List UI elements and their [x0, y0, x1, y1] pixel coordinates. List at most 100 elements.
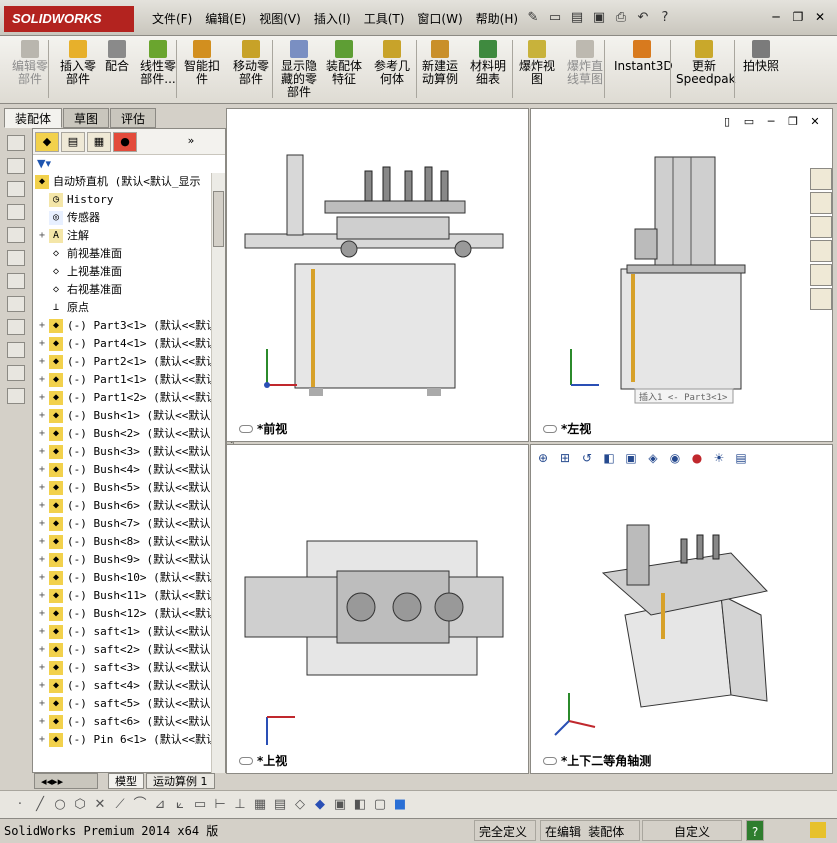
- tree-item[interactable]: ⊥ 原点: [33, 299, 225, 317]
- tree-item[interactable]: + ◆ (-) Bush<8> (默认<<默认: [33, 533, 225, 551]
- viewport-iso[interactable]: *上下二等角轴测: [530, 444, 833, 774]
- menu-window[interactable]: 窗口(W): [417, 10, 462, 27]
- expand-icon[interactable]: +: [37, 317, 47, 335]
- ribbon-button-speedpak[interactable]: 更新 Speedpak: [676, 40, 736, 86]
- tree-item[interactable]: ◇ 右视基准面: [33, 281, 225, 299]
- ribbon-button-motion-study[interactable]: 新建运 动算例: [418, 40, 462, 86]
- ribbon-button-move-component[interactable]: 移动零 部件: [228, 40, 274, 86]
- fillet-icon[interactable]: ⌒: [130, 795, 150, 815]
- dim-icon[interactable]: ⊢: [210, 795, 230, 815]
- expand-arrows-icon[interactable]: »: [179, 132, 203, 152]
- tile-vertical-icon[interactable]: ▭: [738, 115, 760, 129]
- restore-icon[interactable]: ❐: [787, 8, 809, 26]
- relation-icon[interactable]: ⊥: [230, 795, 250, 815]
- expand-icon[interactable]: +: [37, 731, 47, 749]
- view-settings-icon[interactable]: ▤: [730, 448, 752, 468]
- expand-icon[interactable]: +: [37, 497, 47, 515]
- expand-icon[interactable]: +: [37, 479, 47, 497]
- menu-tools[interactable]: 工具(T): [364, 10, 405, 27]
- feature-manager-icon[interactable]: ◆: [35, 131, 59, 152]
- appearances-icon[interactable]: [810, 264, 832, 286]
- tree-item[interactable]: + ◆ (-) saft<3> (默认<<默认: [33, 659, 225, 677]
- tree-item[interactable]: + ◆ (-) Part4<1> (默认<<默认: [33, 335, 225, 353]
- display-manager-icon[interactable]: ●: [113, 131, 137, 152]
- point-icon[interactable]: ·: [10, 795, 30, 815]
- expand-icon[interactable]: +: [37, 335, 47, 353]
- menu-help[interactable]: 帮助(H): [476, 10, 518, 27]
- tree-item[interactable]: ◷ History: [33, 191, 225, 209]
- custom-properties-icon[interactable]: [810, 288, 832, 310]
- solid-box-icon[interactable]: ■: [390, 795, 410, 815]
- expand-icon[interactable]: +: [37, 425, 47, 443]
- tree-item[interactable]: + ◆ (-) Bush<10> (默认<<默认: [33, 569, 225, 587]
- ribbon-button-reference-geometry[interactable]: 参考几 何体: [370, 40, 414, 86]
- expand-icon[interactable]: +: [37, 533, 47, 551]
- viewport-minimize-icon[interactable]: ─: [760, 115, 782, 129]
- print-icon[interactable]: ⎙: [610, 8, 632, 28]
- menu-view[interactable]: 视图(V): [259, 10, 301, 27]
- cube-view-icon[interactable]: [7, 181, 25, 197]
- display-style-icon[interactable]: ◈: [642, 448, 664, 468]
- zoom-to-fit-icon[interactable]: ⊕: [532, 448, 554, 468]
- tab-model[interactable]: 模型: [108, 773, 144, 789]
- expand-icon[interactable]: +: [37, 515, 47, 533]
- tree-item[interactable]: + ◆ (-) Bush<3> (默认<<默认: [33, 443, 225, 461]
- close-icon[interactable]: ✕: [809, 8, 831, 26]
- previous-view-icon[interactable]: ↺: [576, 448, 598, 468]
- tree-item[interactable]: + ◆ (-) Bush<12> (默认<<默认: [33, 605, 225, 623]
- view-palette-icon[interactable]: [810, 240, 832, 262]
- ribbon-button-smart-fasteners[interactable]: 智能扣 件: [182, 40, 222, 86]
- tab-motion-study[interactable]: 运动算例 1: [146, 773, 215, 789]
- filter-icon[interactable]: ▼▾: [33, 155, 225, 173]
- sketch-tool-icon[interactable]: [7, 365, 25, 381]
- view-cube-icon[interactable]: ▣: [330, 795, 350, 815]
- cube-view-icon[interactable]: [7, 273, 25, 289]
- scene-icon[interactable]: ☀: [708, 448, 730, 468]
- trim-icon[interactable]: ✕: [90, 795, 110, 815]
- expand-icon[interactable]: +: [37, 443, 47, 461]
- expand-icon[interactable]: +: [37, 641, 47, 659]
- ribbon-button-insert-component[interactable]: 插入零 部件: [56, 40, 100, 86]
- viewport-top[interactable]: *上视: [226, 444, 529, 774]
- open-folder-icon[interactable]: ▤: [566, 8, 588, 28]
- tree-item[interactable]: + ◆ (-) saft<1> (默认<<默认: [33, 623, 225, 641]
- expand-icon[interactable]: +: [37, 371, 47, 389]
- sketch-tool-icon[interactable]: [7, 296, 25, 312]
- design-library-icon[interactable]: [810, 192, 832, 214]
- zoom-area-icon[interactable]: ⊞: [554, 448, 576, 468]
- tree-item[interactable]: + ◆ (-) Part3<1> (默认<<默认: [33, 317, 225, 335]
- appearance-icon[interactable]: ●: [686, 448, 708, 468]
- line-icon[interactable]: ╱: [30, 795, 50, 815]
- tree-item[interactable]: + ◆ (-) Pin 6<1> (默认<<默认: [33, 731, 225, 749]
- scroll-thumb[interactable]: [213, 191, 224, 247]
- viewport-left[interactable]: 插入1 <- Part3<1> *左视: [530, 108, 833, 442]
- expand-icon[interactable]: +: [37, 695, 47, 713]
- tree-item[interactable]: + ◆ (-) saft<4> (默认<<默认: [33, 677, 225, 695]
- home-icon[interactable]: [810, 168, 832, 190]
- shaded-icon[interactable]: ◆: [310, 795, 330, 815]
- rebuild-icon[interactable]: [810, 822, 826, 838]
- ribbon-button-assembly-feature[interactable]: 装配体 特征: [322, 40, 366, 86]
- rectangle-icon[interactable]: ▭: [190, 795, 210, 815]
- sketch-tool-icon[interactable]: [7, 319, 25, 335]
- mirror-icon[interactable]: ⊿: [150, 795, 170, 815]
- file-explorer-icon[interactable]: [810, 216, 832, 238]
- expand-icon[interactable]: +: [37, 713, 47, 731]
- ribbon-button-exploded-view[interactable]: 爆炸视 图: [516, 40, 558, 86]
- grid-icon[interactable]: ▤: [270, 795, 290, 815]
- expand-icon[interactable]: +: [37, 659, 47, 677]
- menu-insert[interactable]: 插入(I): [314, 10, 351, 27]
- tree-scrollbar[interactable]: [211, 173, 225, 773]
- viewport-front[interactable]: *前视: [226, 108, 529, 442]
- tree-item[interactable]: + ◆ (-) Part1<2> (默认<<默认: [33, 389, 225, 407]
- ribbon-button-bom[interactable]: 材料明 细表: [468, 40, 508, 86]
- tree-item[interactable]: + ◆ (-) Bush<6> (默认<<默认: [33, 497, 225, 515]
- expand-icon[interactable]: +: [37, 587, 47, 605]
- viewport-restore-icon[interactable]: ❐: [782, 115, 804, 129]
- expand-icon[interactable]: +: [37, 353, 47, 371]
- expand-icon[interactable]: +: [37, 407, 47, 425]
- expand-icon[interactable]: +: [37, 551, 47, 569]
- tree-item[interactable]: + ◆ (-) Bush<11> (默认<<默认: [33, 587, 225, 605]
- tree-item[interactable]: ◎ 传感器: [33, 209, 225, 227]
- new-document-icon[interactable]: ▭: [544, 8, 566, 28]
